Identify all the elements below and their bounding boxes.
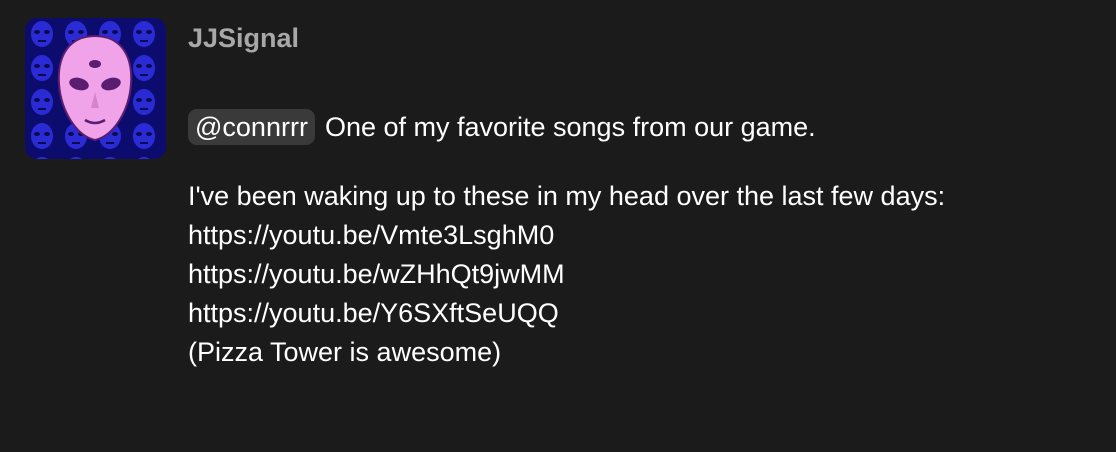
user-avatar[interactable] [25,18,166,159]
message-body: I've been waking up to these in my head … [188,177,1096,372]
youtube-link-2[interactable]: https://youtu.be/wZHhQt9jwMM [188,259,565,289]
youtube-link-3[interactable]: https://youtu.be/Y6SXftSeUQQ [188,298,559,328]
message-content: JJSignal @connrrr One of my favorite son… [188,20,1096,372]
username[interactable]: JJSignal [188,20,1096,56]
message-first-line: @connrrr One of my favorite songs from o… [188,108,1096,146]
message-first-line-text: One of my favorite songs from our game. [324,112,816,142]
message-closing-text: (Pizza Tower is awesome) [188,337,502,367]
youtube-link-1[interactable]: https://youtu.be/Vmte3LsghM0 [188,220,554,250]
alien-face-icon [25,18,166,159]
message-intro-text: I've been waking up to these in my head … [188,181,946,211]
chat-message: JJSignal @connrrr One of my favorite son… [0,0,1116,452]
user-mention[interactable]: @connrrr [188,109,315,145]
